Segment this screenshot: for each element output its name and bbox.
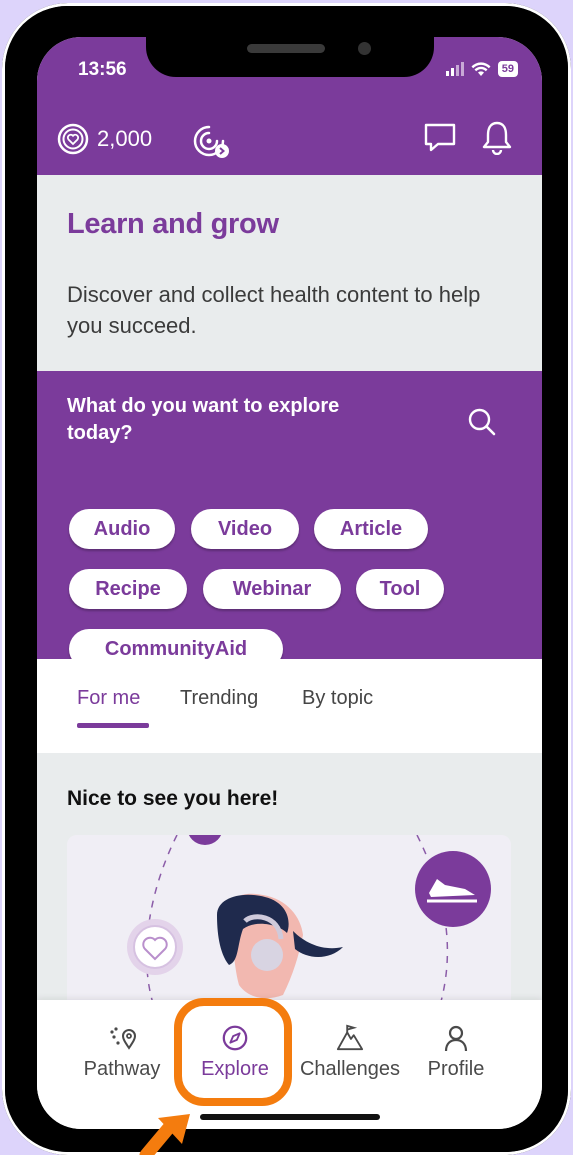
coins-balance[interactable]: 2,000 (57, 123, 152, 155)
status-time: 13:56 (78, 59, 127, 80)
tab-trending[interactable]: Trending (180, 687, 258, 710)
status-icons: 59 (445, 61, 518, 77)
chip-audio[interactable]: Audio (69, 509, 175, 549)
feed-title: Nice to see you here! (67, 787, 279, 810)
page-title: Learn and grow (67, 208, 279, 240)
explore-highlight-ring (174, 998, 292, 1106)
profile-icon (444, 1025, 468, 1052)
speaker (247, 44, 325, 53)
mountain-flag-icon (336, 1024, 364, 1051)
app-screen: 13:56 59 2,000 Learn and grow Discover a… (37, 37, 542, 1129)
bell-icon[interactable] (481, 119, 513, 155)
pointer-arrow-icon (139, 1114, 190, 1155)
nav-pathway[interactable]: Pathway (77, 1024, 167, 1081)
home-indicator[interactable] (200, 1114, 380, 1120)
phone-notch (146, 37, 434, 77)
nav-profile-label: Profile (427, 1058, 485, 1080)
wifi-icon (471, 61, 491, 76)
explore-panel: What do you want to explore today? Audio… (37, 371, 542, 669)
nav-profile[interactable]: Profile (415, 1024, 497, 1081)
battery-indicator: 59 (497, 61, 518, 77)
signal-icon (445, 62, 464, 76)
nav-challenges-label: Challenges (299, 1058, 401, 1080)
app-header: 2,000 (37, 107, 542, 175)
page-description: Discover and collect health content to h… (67, 282, 481, 338)
hero-section: Learn and grow Discover and collect heal… (37, 175, 542, 371)
tab-by-topic[interactable]: By topic (302, 687, 373, 710)
search-icon[interactable] (467, 407, 497, 437)
tab-for-me[interactable]: For me (77, 687, 140, 710)
heart-coin-icon (57, 123, 89, 155)
camera (358, 42, 371, 55)
feed-section: Nice to see you here! (37, 753, 542, 1015)
pathway-icon (110, 1027, 137, 1050)
welcome-card[interactable] (67, 835, 511, 1015)
chat-icon[interactable] (423, 122, 457, 154)
welcome-illustration (67, 835, 511, 1015)
content-tabs: For me Trending By topic (37, 659, 542, 753)
chip-video[interactable]: Video (191, 509, 299, 549)
coins-value: 2,000 (97, 126, 153, 151)
active-tab-indicator (77, 723, 149, 728)
chip-recipe[interactable]: Recipe (69, 569, 187, 609)
chip-article[interactable]: Article (314, 509, 428, 549)
nav-pathway-label: Pathway (83, 1058, 161, 1080)
chip-tool[interactable]: Tool (356, 569, 444, 609)
chip-webinar[interactable]: Webinar (203, 569, 341, 609)
nav-challenges[interactable]: Challenges (289, 1024, 411, 1081)
explore-question: What do you want to explore today? (67, 395, 340, 444)
streak-icon[interactable] (189, 121, 233, 161)
